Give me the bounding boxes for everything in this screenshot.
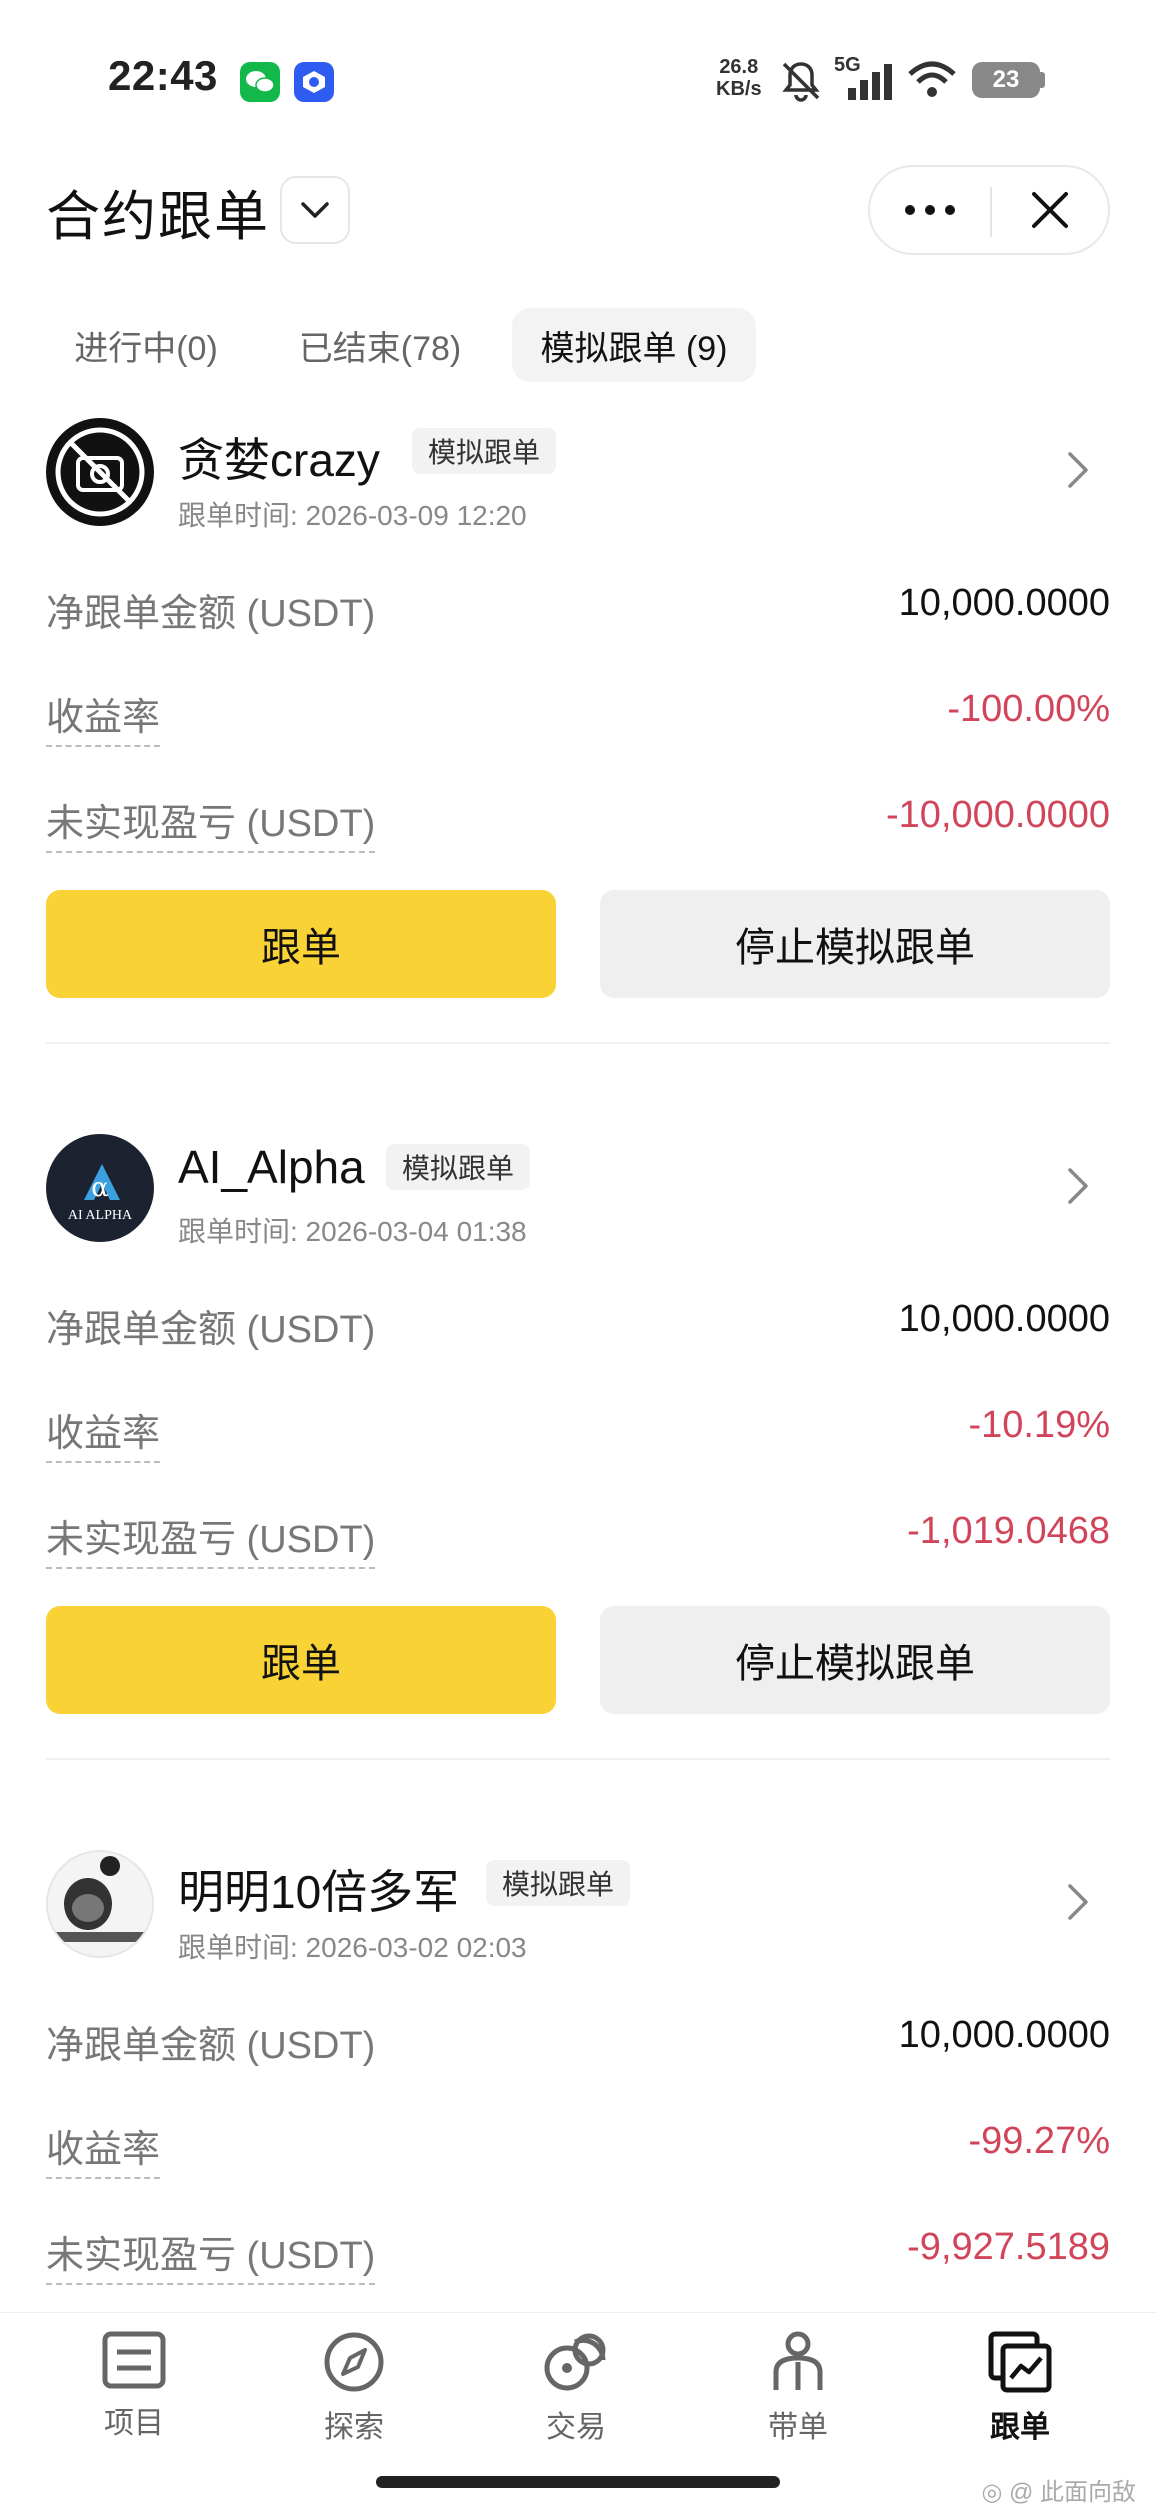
- simulated-badge: 模拟跟单: [486, 1860, 631, 1906]
- card-divider: [46, 1042, 1110, 1044]
- unrealized-pnl-value: -10,000.0000: [886, 794, 1110, 836]
- tab-simulated[interactable]: 模拟跟单 (9): [512, 308, 756, 382]
- app-notification-icon: [294, 62, 334, 102]
- nav-label: 跟单: [990, 2411, 1050, 2444]
- copy-trade-icon: [988, 2331, 1052, 2393]
- follow-time: 跟单时间: 2026-03-09 12:20: [178, 500, 527, 531]
- trader-name[interactable]: AI_Alpha: [178, 1140, 365, 1194]
- trader-avatar[interactable]: α AI ALPHA: [46, 1134, 154, 1242]
- home-indicator[interactable]: [376, 2476, 780, 2488]
- trader-name[interactable]: 贪婪crazy: [178, 424, 380, 490]
- tab-ended[interactable]: 已结束(78): [282, 308, 478, 382]
- simulated-badge: 模拟跟单: [386, 1144, 531, 1190]
- net-amount-label: 净跟单金额 (USDT): [46, 1309, 376, 1351]
- stop-simulation-button[interactable]: 停止模拟跟单: [600, 890, 1110, 998]
- watermark: ◎ @ 此面向敌: [981, 2472, 1136, 2507]
- net-amount-value: 10,000.0000: [898, 1298, 1110, 1340]
- lead-icon: [773, 2331, 823, 2390]
- follow-time: 跟单时间: 2026-03-04 01:38: [178, 1216, 527, 1247]
- unrealized-pnl-label[interactable]: 未实现盈亏 (USDT): [46, 1508, 376, 1569]
- nav-label: 项目: [104, 2407, 164, 2440]
- more-button[interactable]: [870, 167, 990, 253]
- net-amount-label: 净跟单金额 (USDT): [46, 593, 376, 635]
- follow-time: 跟单时间: 2026-03-02 02:03: [178, 1932, 527, 1963]
- nav-item-lead[interactable]: 带单: [708, 2330, 888, 2446]
- follow-button[interactable]: 跟单: [46, 890, 556, 998]
- weibo-icon: ◎ @: [981, 2479, 1040, 2506]
- trader-avatar[interactable]: [46, 418, 154, 526]
- follow-button[interactable]: 跟单: [46, 1606, 556, 1714]
- title-dropdown-button[interactable]: [280, 176, 350, 244]
- chevron-right-icon[interactable]: [1066, 450, 1090, 495]
- tab-in-progress[interactable]: 进行中(0): [56, 308, 236, 382]
- yield-value: -100.00%: [947, 688, 1110, 730]
- status-time: 22:43: [108, 52, 218, 99]
- net-amount-label: 净跟单金额 (USDT): [46, 2025, 376, 2067]
- compass-icon: [324, 2332, 384, 2392]
- nav-label: 带单: [768, 2411, 828, 2444]
- yield-label[interactable]: 收益率: [46, 2118, 161, 2179]
- watermark-text: 此面向敌: [1040, 2479, 1136, 2506]
- chevron-right-icon[interactable]: [1066, 1166, 1090, 1211]
- close-icon: [1032, 192, 1068, 228]
- signal-icon: [838, 62, 898, 107]
- nav-label: 探索: [324, 2411, 384, 2444]
- net-amount-value: 10,000.0000: [898, 2014, 1110, 2056]
- chevron-down-icon: [301, 202, 329, 218]
- net-speed-value: 26.8: [719, 56, 759, 78]
- battery-level: 23: [992, 66, 1020, 93]
- meme-face-icon: [54, 1856, 146, 1942]
- alpha-logo-icon: α: [84, 1164, 120, 1203]
- svg-text:α: α: [91, 1173, 109, 1203]
- simulated-badge: 模拟跟单: [412, 428, 557, 474]
- wechat-icon: [240, 62, 280, 102]
- stop-simulation-button[interactable]: 停止模拟跟单: [600, 1606, 1110, 1714]
- trade-icon: [544, 2333, 606, 2391]
- chevron-right-icon[interactable]: [1066, 1882, 1090, 1927]
- net-speed: 26.8 KB/s: [716, 56, 762, 100]
- yield-label[interactable]: 收益率: [46, 686, 161, 747]
- unrealized-pnl-value: -9,927.5189: [907, 2226, 1110, 2268]
- camera-off-icon: [55, 427, 145, 517]
- avatar-label: AI ALPHA: [67, 1208, 133, 1223]
- net-amount-value: 10,000.0000: [898, 582, 1110, 624]
- nav-label: 交易: [546, 2411, 606, 2444]
- page-title: 合约跟单: [46, 187, 270, 247]
- wifi-icon: [906, 60, 958, 105]
- trader-avatar[interactable]: [46, 1850, 154, 1958]
- yield-value: -10.19%: [968, 1404, 1110, 1446]
- nav-item-project[interactable]: 项目: [44, 2330, 224, 2442]
- more-dots-icon: [905, 205, 955, 215]
- nav-item-trade[interactable]: 交易: [486, 2330, 666, 2446]
- yield-label[interactable]: 收益率: [46, 1402, 161, 1463]
- close-button[interactable]: [992, 167, 1108, 253]
- nav-item-explore[interactable]: 探索: [264, 2330, 444, 2446]
- mute-icon: [778, 58, 824, 109]
- unrealized-pnl-label[interactable]: 未实现盈亏 (USDT): [46, 792, 376, 853]
- yield-value: -99.27%: [968, 2120, 1110, 2162]
- battery-tip: [1040, 72, 1045, 88]
- nav-item-copy-trade[interactable]: 跟单: [930, 2330, 1110, 2446]
- card-divider: [46, 1758, 1110, 1760]
- miniapp-capsule: [868, 165, 1110, 255]
- trader-name[interactable]: 明明10倍多军: [178, 1856, 459, 1922]
- unrealized-pnl-value: -1,019.0468: [907, 1510, 1110, 1552]
- project-icon: [102, 2331, 166, 2389]
- unrealized-pnl-label[interactable]: 未实现盈亏 (USDT): [46, 2224, 376, 2285]
- net-speed-unit: KB/s: [716, 78, 762, 100]
- battery-icon: 23: [972, 62, 1040, 98]
